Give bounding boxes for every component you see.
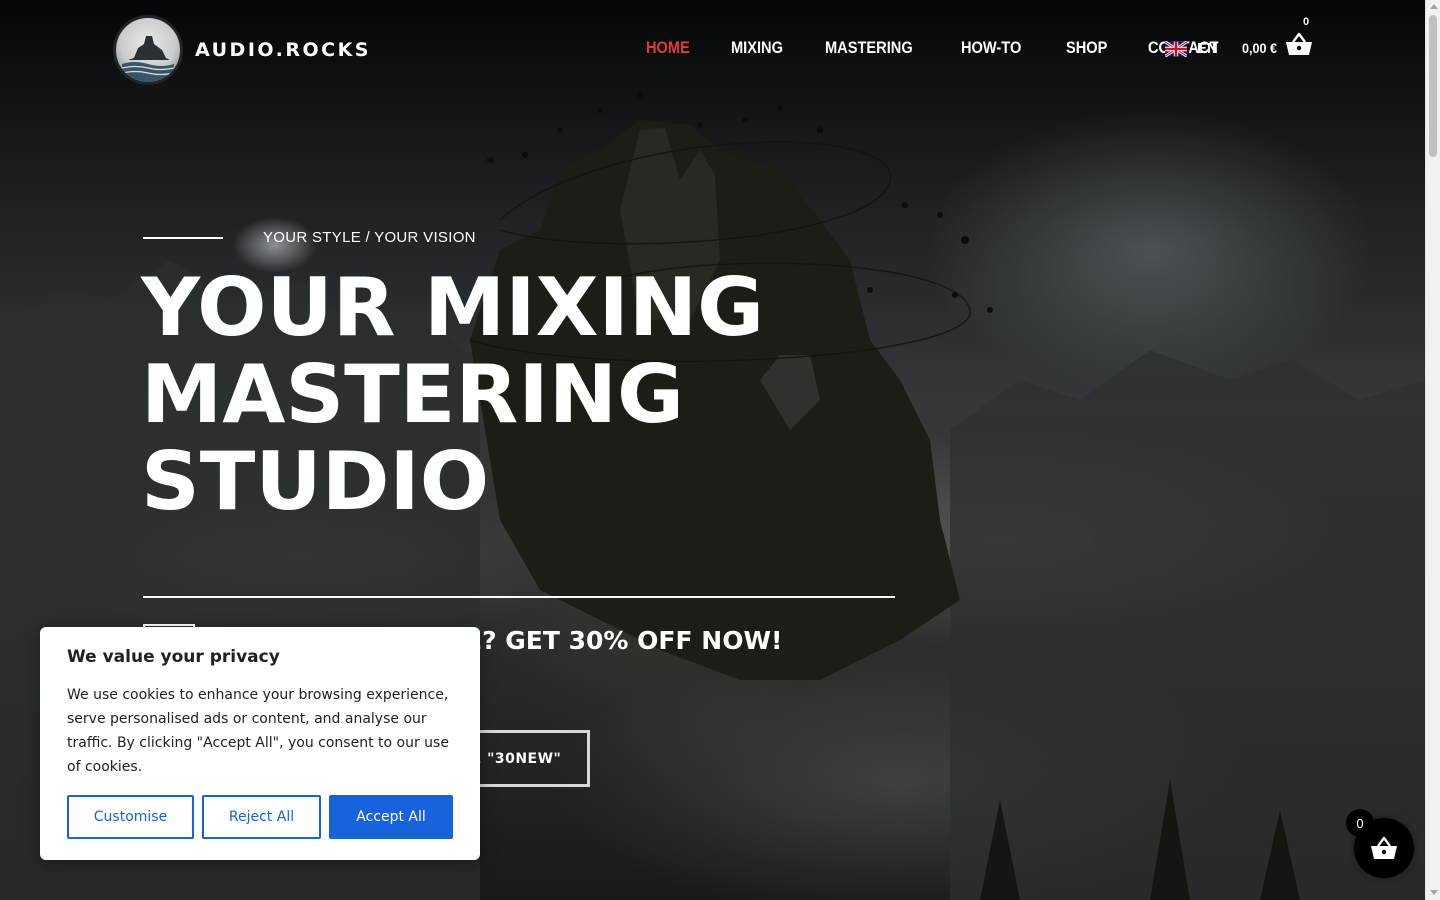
hero-title-line: MASTERING — [141, 348, 684, 441]
accept-all-button[interactable]: Accept All — [329, 795, 453, 839]
floating-cart-count: 0 — [1346, 809, 1374, 837]
reject-all-button[interactable]: Reject All — [202, 795, 321, 839]
cart-total: 0,00 € — [1242, 40, 1278, 56]
cookie-title: We value your privacy — [67, 647, 280, 667]
tagline-divider — [143, 237, 223, 239]
nav-item-how-to[interactable]: HOW-TO — [961, 38, 1021, 58]
nav-item-shop[interactable]: SHOP — [1066, 38, 1107, 58]
logo-castle-icon — [113, 15, 183, 85]
uk-flag-icon — [1165, 40, 1187, 57]
hero-divider — [143, 596, 895, 598]
hero-title-line: STUDIO — [141, 435, 490, 528]
header-cart[interactable]: 0,00 € 0 — [1242, 16, 1313, 56]
customise-button[interactable]: Customise — [67, 795, 194, 839]
language-switcher[interactable]: EN — [1165, 40, 1218, 57]
basket-icon — [1285, 32, 1312, 55]
cookie-consent-banner: We value your privacy We use cookies to … — [40, 627, 480, 860]
hero-title: YOUR MIXING MASTERING STUDIO — [141, 264, 764, 525]
cookie-actions: Customise Reject All Accept All — [67, 795, 461, 839]
site-logo[interactable]: AUDIO.ROCKS — [113, 15, 371, 85]
scroll-down-arrow-icon[interactable] — [1430, 890, 1438, 895]
language-label: EN — [1197, 40, 1218, 57]
nav-item-mastering[interactable]: MASTERING — [825, 38, 913, 58]
cart-count-badge: 0 — [1303, 16, 1310, 28]
scroll-up-arrow-icon[interactable] — [1430, 4, 1438, 9]
basket-icon — [1371, 836, 1397, 859]
site-header: AUDIO.ROCKS HOME MIXING MASTERING HOW-TO… — [0, 0, 1425, 100]
cookie-text: We use cookies to enhance your browsing … — [67, 687, 449, 775]
logo-text: AUDIO.ROCKS — [195, 39, 371, 61]
page-scrollbar[interactable] — [1425, 0, 1440, 900]
scrollbar-thumb[interactable] — [1429, 15, 1437, 157]
nav-item-home[interactable]: HOME — [646, 38, 690, 58]
nav-item-mixing[interactable]: MIXING — [731, 38, 783, 58]
hero-title-line: YOUR MIXING — [141, 261, 765, 354]
hero-tagline: YOUR STYLE / YOUR VISION — [263, 229, 476, 246]
